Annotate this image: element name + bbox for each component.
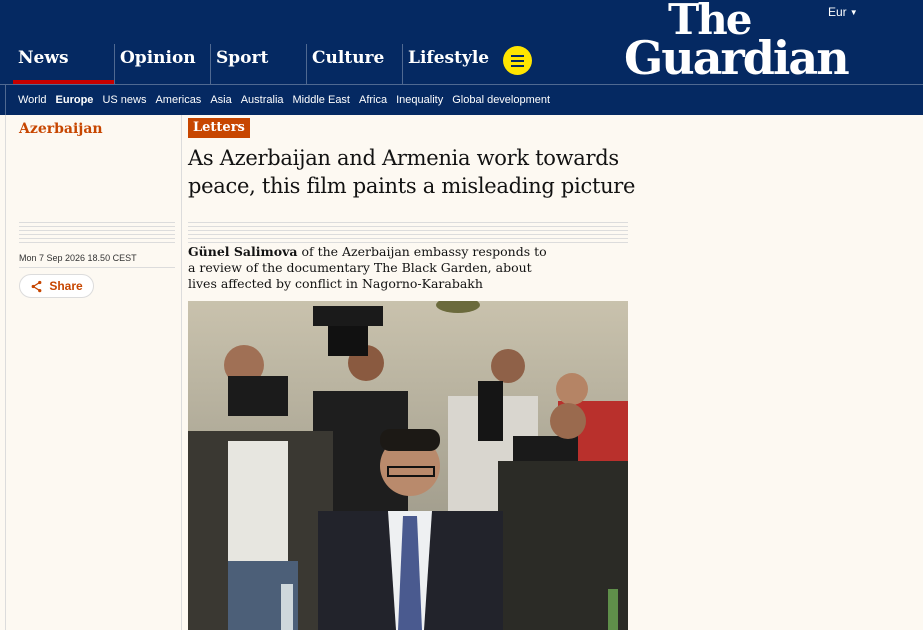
subnav-asia[interactable]: Asia [210,94,231,106]
hamburger-icon-line [511,54,524,57]
headline-rule-lines [188,222,628,244]
subnav-africa[interactable]: Africa [359,94,387,106]
dateline: Mon 7 Sep 2026 18.50 CEST [19,253,137,263]
subnav-middle-east[interactable]: Middle East [293,94,350,106]
subnav-divider [5,85,6,116]
guardian-logo[interactable]: The Guardian [624,0,856,85]
masthead: Eur ▼ The Guardian News Opinion Sport Cu… [0,0,923,84]
subnav-links: World Europe US news Americas Asia Austr… [18,94,550,106]
subnav-australia[interactable]: Australia [241,94,284,106]
share-icon [31,280,42,292]
subnav-global-development[interactable]: Global development [452,94,550,106]
series-kicker[interactable]: Letters [188,118,250,138]
byline-author[interactable]: Günel Salimova [188,244,297,259]
subnav-us-news[interactable]: US news [102,94,146,106]
article-meta-column: Azerbaijan Mon 7 Sep 2026 18.50 CEST Sha… [5,115,182,630]
main-photo [188,301,628,630]
pillar-sport[interactable]: Sport [210,44,306,84]
subnav-inequality[interactable]: Inequality [396,94,443,106]
subnav-world[interactable]: World [18,94,47,106]
pillar-opinion[interactable]: Opinion [114,44,210,84]
subnav-americas[interactable]: Americas [155,94,201,106]
share-button[interactable]: Share [19,274,94,298]
meta-rule-lines [19,222,175,244]
subnav: World Europe US news Americas Asia Austr… [0,84,923,116]
pillar-news[interactable]: News [13,44,114,84]
share-label: Share [49,279,83,293]
subnav-europe[interactable]: Europe [56,94,94,106]
meta-divider [19,267,175,268]
pillar-lifestyle[interactable]: Lifestyle [402,44,499,84]
pillar-culture[interactable]: Culture [306,44,402,84]
section-label[interactable]: Azerbaijan [19,121,103,137]
hamburger-icon-line [511,64,524,67]
menu-button[interactable] [503,46,532,75]
hamburger-icon-line [511,59,524,62]
photo-illustration [188,301,628,630]
logo-line-guardian: Guardian [624,31,850,85]
standfirst: Günel Salimova of the Azerbaijan embassy… [188,244,548,292]
headline: As Azerbaijan and Armenia work towards p… [188,146,636,198]
